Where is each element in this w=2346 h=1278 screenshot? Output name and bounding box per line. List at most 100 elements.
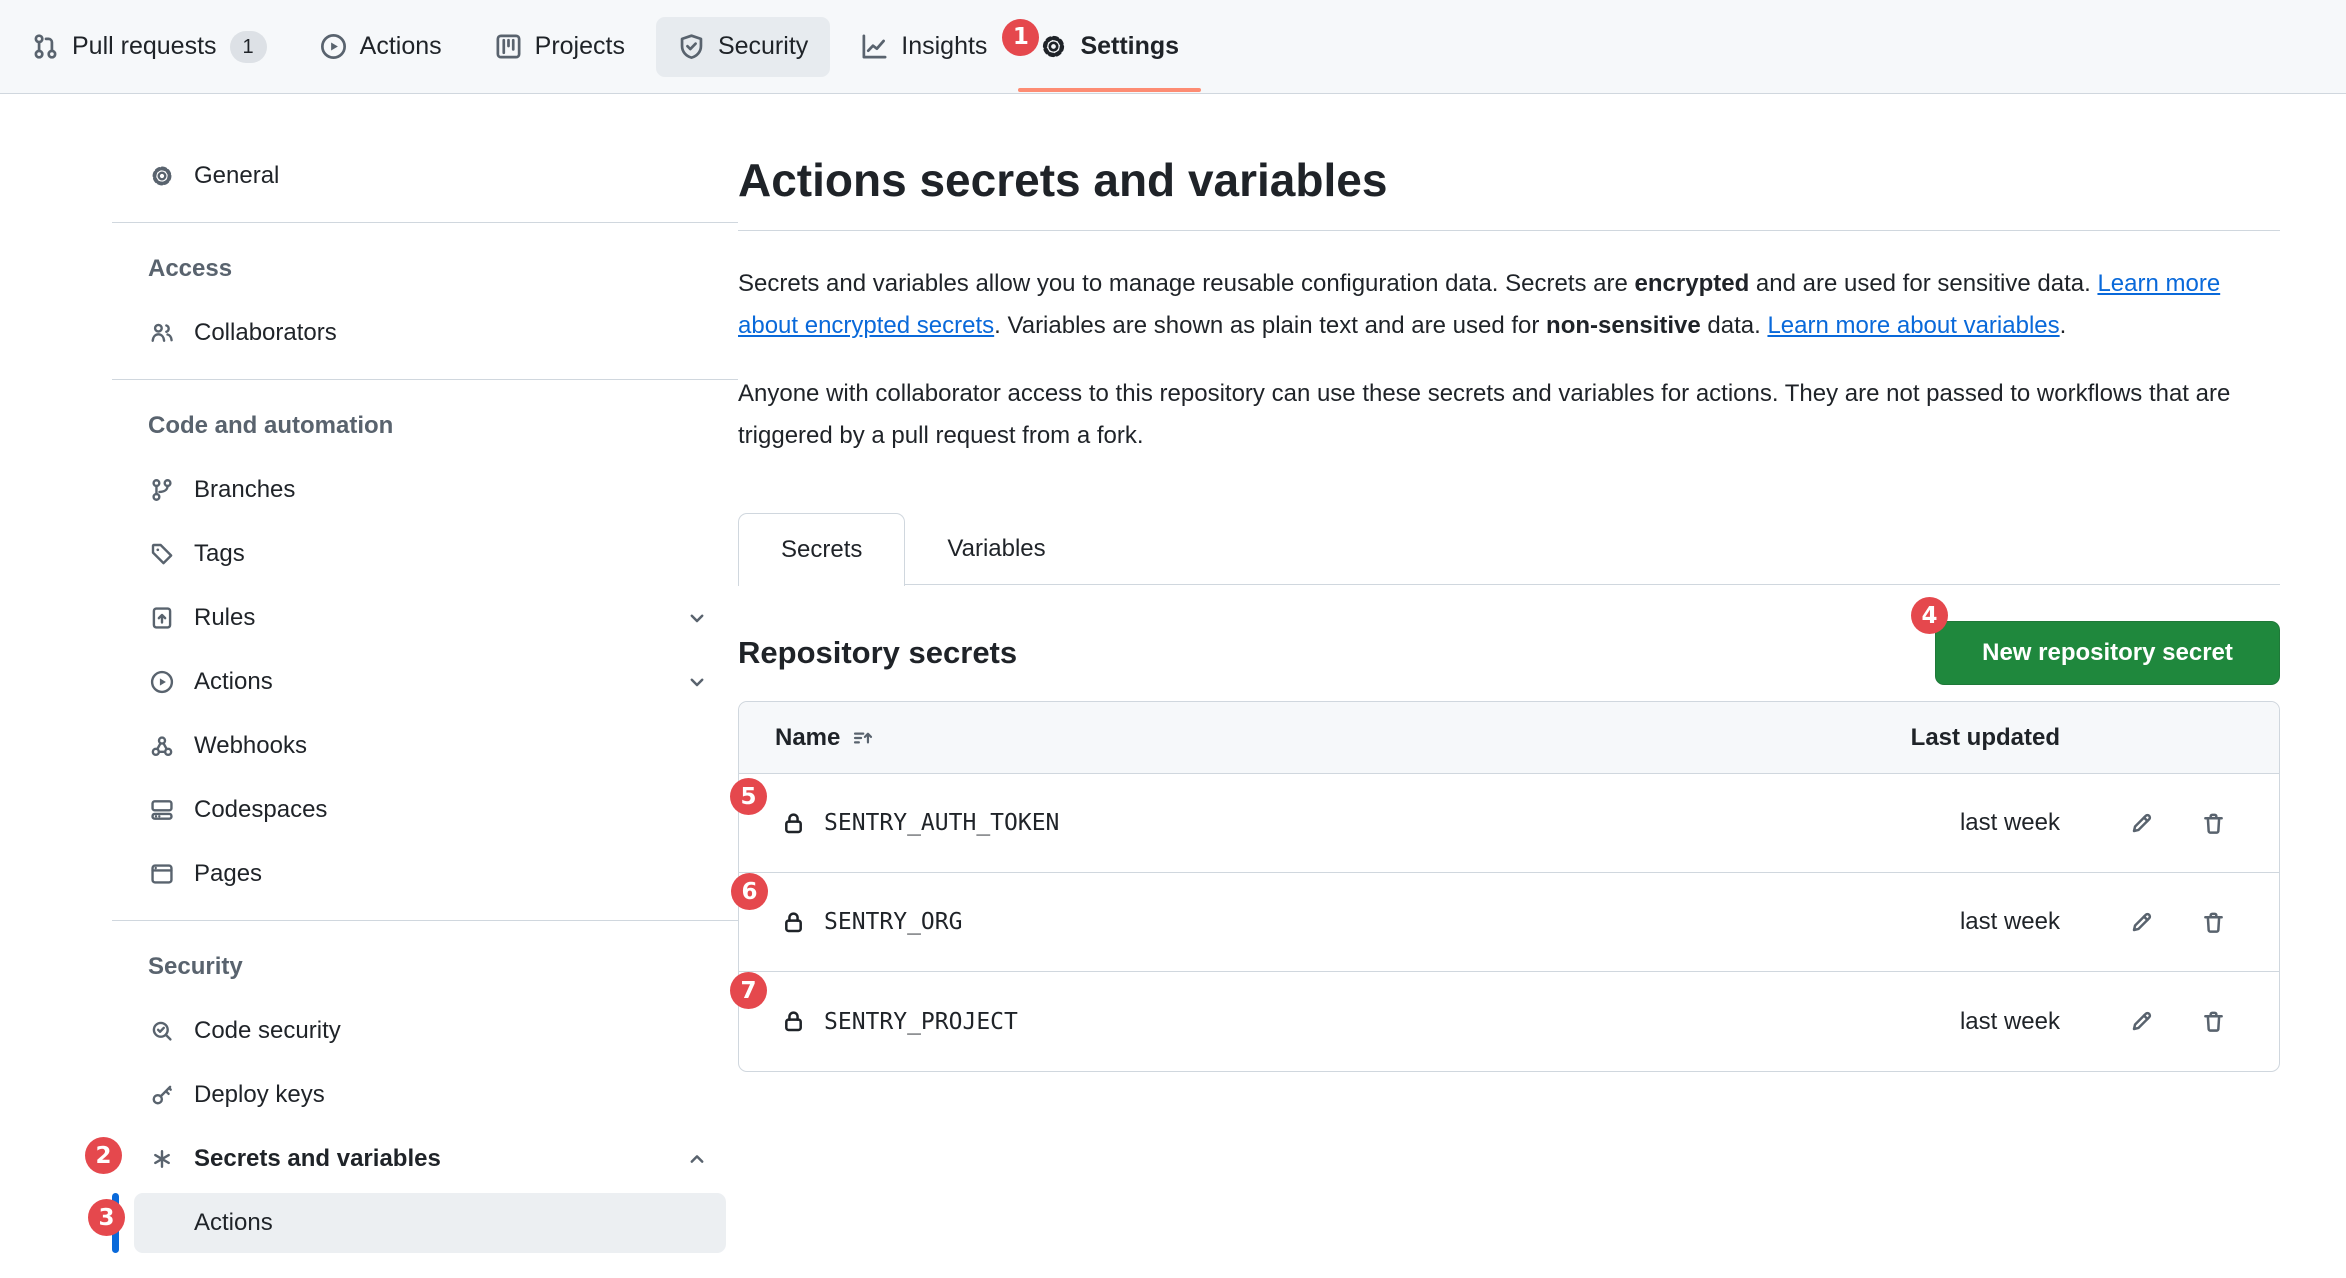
pencil-icon <box>2129 1009 2154 1034</box>
intro-paragraph: Secrets and variables allow you to manag… <box>738 263 2280 347</box>
people-icon <box>150 321 174 345</box>
delete-secret-button[interactable] <box>2189 799 2237 847</box>
sidebar-item-pages[interactable]: Pages <box>112 842 738 906</box>
link-learn-variables[interactable]: Learn more about variables <box>1767 312 2059 339</box>
pencil-icon <box>2129 910 2154 935</box>
gear-icon <box>1040 33 1067 60</box>
intro-text: . Variables are shown as plain text and … <box>994 312 1546 339</box>
collaborator-access-paragraph: Anyone with collaborator access to this … <box>738 373 2280 457</box>
column-header-last-updated: Last updated <box>1910 724 2060 752</box>
nav-tab-pull-requests[interactable]: Pull requests 1 <box>10 17 289 77</box>
nav-tab-settings[interactable]: 1 Settings <box>1018 17 1201 77</box>
settings-layout: General Access Collaborators Code and au… <box>0 94 2346 1255</box>
row-actions <box>2060 799 2279 847</box>
sidebar-item-deploy-keys[interactable]: Deploy keys <box>112 1063 738 1127</box>
github-repo-settings-page: Pull requests 1 Actions Projects Securit… <box>0 0 2346 1278</box>
delete-secret-button[interactable] <box>2189 898 2237 946</box>
sidebar-item-tags[interactable]: Tags <box>112 522 738 586</box>
sidebar-item-secrets-and-variables[interactable]: 2 Secrets and variables <box>112 1127 738 1191</box>
trash-icon <box>2201 910 2226 935</box>
sidebar-item-webhooks[interactable]: Webhooks <box>112 714 738 778</box>
gear-icon <box>150 164 174 188</box>
annotation-badge-7: 7 <box>730 972 767 1009</box>
chevron-up-icon <box>686 1148 708 1170</box>
nav-tab-actions[interactable]: Actions <box>298 17 464 77</box>
key-icon <box>150 1083 174 1107</box>
nav-tab-label: Projects <box>535 32 625 61</box>
play-icon <box>150 670 174 694</box>
annotation-badge-4: 4 <box>1911 597 1948 634</box>
nav-tab-projects[interactable]: Projects <box>473 17 647 77</box>
tab-secrets[interactable]: Secrets <box>738 513 905 586</box>
asterisk-icon <box>150 1147 174 1171</box>
column-header-name[interactable]: Name <box>739 724 1910 752</box>
play-icon <box>320 33 347 60</box>
nav-tab-label: Pull requests <box>72 32 217 61</box>
codespaces-icon <box>150 798 174 822</box>
intro-bold-encrypted: encrypted <box>1635 270 1750 297</box>
last-updated-value: last week <box>1910 809 2060 837</box>
repo-nav: Pull requests 1 Actions Projects Securit… <box>0 0 2346 94</box>
sidebar-item-label: Tags <box>194 540 245 568</box>
sidebar-item-label: Actions <box>194 668 273 696</box>
annotation-badge-3: 3 <box>88 1199 125 1236</box>
sidebar-item-label: Collaborators <box>194 319 337 347</box>
sidebar-item-general[interactable]: General <box>112 144 738 208</box>
project-icon <box>495 33 522 60</box>
annotation-badge-2: 2 <box>85 1137 122 1174</box>
sidebar-divider <box>112 920 738 921</box>
chevron-down-icon <box>686 671 708 693</box>
lock-icon <box>781 910 806 935</box>
intro-text: . <box>2060 312 2067 339</box>
sidebar-subitem-actions[interactable]: 3 Actions <box>112 1191 738 1255</box>
edit-secret-button[interactable] <box>2117 898 2165 946</box>
secret-name-cell: SENTRY_AUTH_TOKEN <box>739 810 1910 836</box>
sidebar-section-security: Security <box>112 935 738 999</box>
nav-tab-security[interactable]: Security <box>656 17 830 77</box>
sidebar-item-rules[interactable]: Rules <box>112 586 738 650</box>
sidebar-item-branches[interactable]: Branches <box>112 458 738 522</box>
delete-secret-button[interactable] <box>2189 998 2237 1046</box>
lock-icon <box>781 811 806 836</box>
nav-tab-label: Security <box>718 32 808 61</box>
new-repository-secret-button[interactable]: 4 New repository secret <box>1935 621 2280 685</box>
git-branch-icon <box>150 478 174 502</box>
sidebar-item-label: Deploy keys <box>194 1081 325 1109</box>
repository-secrets-header: Repository secrets 4 New repository secr… <box>738 621 2280 685</box>
nav-tab-label: Actions <box>360 32 442 61</box>
intro-text: data. <box>1701 312 1768 339</box>
tag-icon <box>150 542 174 566</box>
sort-ascending-icon <box>852 727 874 749</box>
sidebar-item-collaborators[interactable]: Collaborators <box>112 301 738 365</box>
annotation-badge-1: 1 <box>1002 19 1039 56</box>
pull-requests-counter: 1 <box>230 31 267 63</box>
table-row-secret: 5 SENTRY_AUTH_TOKEN last week <box>739 774 2279 873</box>
nav-tab-label: Insights <box>901 32 987 61</box>
secret-name-cell: SENTRY_PROJECT <box>739 1009 1910 1035</box>
secret-name: SENTRY_PROJECT <box>824 1009 1018 1035</box>
shield-icon <box>678 33 705 60</box>
last-updated-value: last week <box>1910 908 2060 936</box>
chevron-down-icon <box>686 607 708 629</box>
edit-secret-button[interactable] <box>2117 799 2165 847</box>
sidebar-item-label: Pages <box>194 860 262 888</box>
sidebar-item-label: Secrets and variables <box>194 1145 441 1173</box>
rules-icon <box>150 606 174 630</box>
nav-tab-label: Settings <box>1080 32 1179 61</box>
webhook-icon <box>150 734 174 758</box>
sidebar-section-code-and-automation: Code and automation <box>112 394 738 458</box>
codescan-icon <box>150 1019 174 1043</box>
pencil-icon <box>2129 811 2154 836</box>
secrets-variables-tabs: Secrets Variables <box>738 513 2280 585</box>
trash-icon <box>2201 811 2226 836</box>
tab-variables[interactable]: Variables <box>905 513 1087 585</box>
nav-tab-insights[interactable]: Insights <box>839 17 1009 77</box>
sidebar-item-actions[interactable]: Actions <box>112 650 738 714</box>
last-updated-value: last week <box>1910 1008 2060 1036</box>
edit-secret-button[interactable] <box>2117 998 2165 1046</box>
secret-name-cell: SENTRY_ORG <box>739 909 1910 935</box>
sidebar-item-codespaces[interactable]: Codespaces <box>112 778 738 842</box>
sidebar-item-code-security[interactable]: Code security <box>112 999 738 1063</box>
lock-icon <box>781 1009 806 1034</box>
sidebar-subitem-label: Actions <box>194 1209 273 1237</box>
